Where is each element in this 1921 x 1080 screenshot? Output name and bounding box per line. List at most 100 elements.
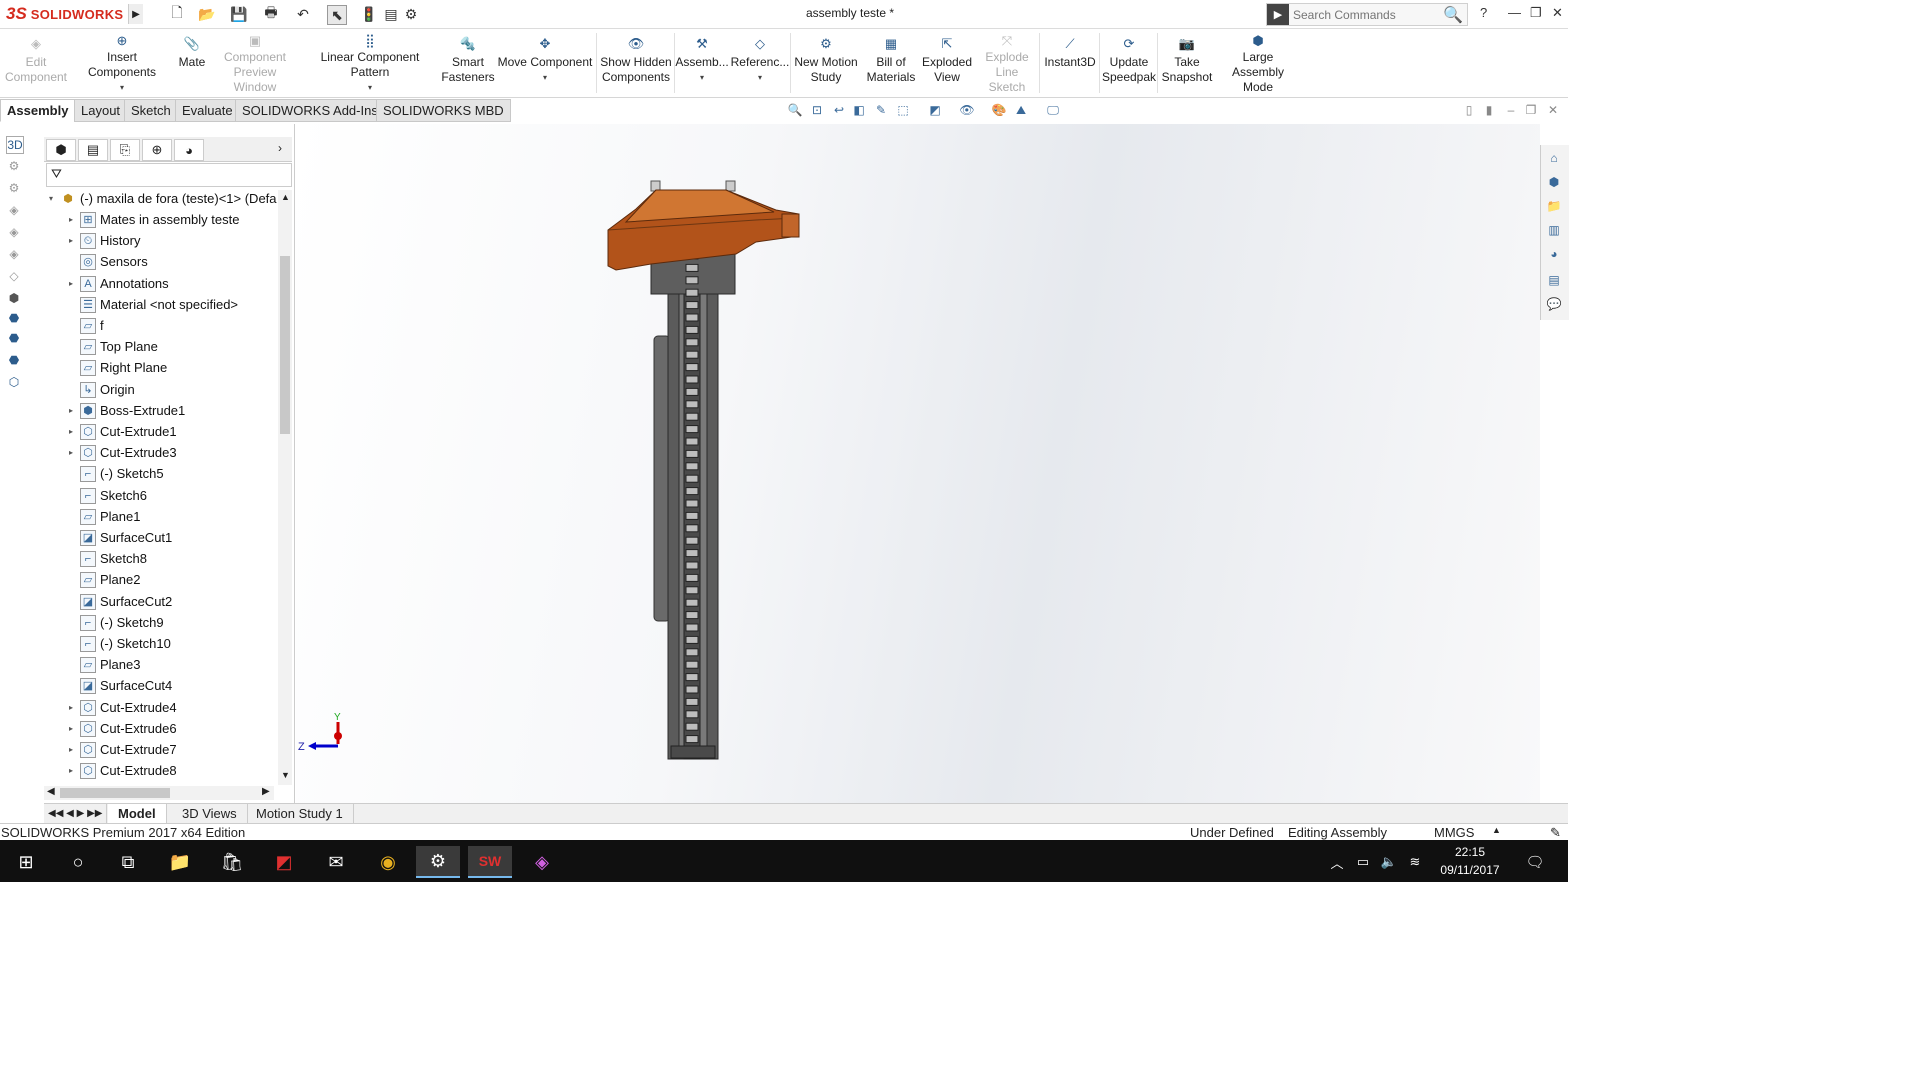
save-icon[interactable]: 💾 <box>230 5 248 23</box>
expand-icon[interactable]: ▸ <box>66 740 76 760</box>
undo-icon[interactable]: ↶ <box>294 5 312 23</box>
notifications-icon[interactable]: 🗨 <box>1520 846 1550 878</box>
battery-icon[interactable]: ▭ <box>1350 846 1376 878</box>
expand-icon[interactable]: ▸ <box>66 401 76 421</box>
tray-chevron-up-icon[interactable]: ︿ <box>1324 846 1350 878</box>
previous-view-icon[interactable]: ↩ <box>830 102 848 118</box>
chevron-down-icon[interactable]: ▾ <box>543 70 547 85</box>
tab-sketch[interactable]: Sketch <box>124 99 178 122</box>
doc-minimize-icon[interactable]: – <box>1502 102 1520 118</box>
file-explorer-icon[interactable]: 📁 <box>1546 198 1562 214</box>
update-speedpak-button[interactable]: ⟳ Update Speedpak <box>1102 33 1156 93</box>
solidworks-logo[interactable]: 3S SOLIDWORKS <box>6 2 126 26</box>
bill-of-materials-button[interactable]: ▦ Bill of Materials <box>864 33 918 93</box>
new-motion-study-button[interactable]: ⚙ New Motion Study <box>792 33 860 93</box>
graphics-area[interactable]: Y Z <box>296 124 1540 804</box>
apply-scene-icon[interactable]: ⛰ <box>1012 102 1030 118</box>
feature-tree-tab-icon[interactable]: ⬢ <box>46 139 76 161</box>
close-icon[interactable]: ✕ <box>1552 5 1563 21</box>
linear-component-pattern-button[interactable]: ⣿ Linear Component Pattern ▾ <box>300 33 440 93</box>
balloon-app-icon[interactable]: ◈ <box>520 846 564 878</box>
minimize-icon[interactable]: — <box>1508 5 1521 20</box>
chevron-down-icon[interactable]: ▾ <box>120 80 124 95</box>
show-hidden-components-button[interactable]: 👁 Show Hidden Components <box>600 33 672 93</box>
design-library-icon[interactable]: ⬢ <box>1546 174 1562 190</box>
expand-icon[interactable]: ▸ <box>66 761 76 781</box>
exploded-view-button[interactable]: ⇱ Exploded View <box>920 33 974 93</box>
zoom-to-fit-icon[interactable]: 🔍 <box>786 102 804 118</box>
scroll-right-icon[interactable]: ▶ <box>262 786 270 797</box>
expand-icon[interactable]: ▸ <box>66 422 76 442</box>
tool-icon[interactable]: ◈ <box>6 224 22 240</box>
expand-icon[interactable]: ▸ <box>66 231 76 251</box>
windows-start-icon[interactable]: ⊞ <box>4 846 48 878</box>
options-gear-icon[interactable]: ⚙ <box>402 5 420 23</box>
tool-icon[interactable]: ⬢ <box>6 290 22 306</box>
file-explorer-icon[interactable]: 📁 <box>158 846 202 878</box>
tool-icon[interactable]: ⬣ <box>6 330 22 346</box>
search-input[interactable] <box>1289 6 1435 23</box>
tool-icon[interactable]: ◇ <box>6 268 22 284</box>
reference-geometry-button[interactable]: ◇ Referenc... ▾ <box>730 33 790 93</box>
dimxpert-tab-icon[interactable]: ⊕ <box>142 139 172 161</box>
tab-model[interactable]: Model <box>108 804 167 823</box>
expand-icon[interactable]: ▸ <box>66 719 76 739</box>
instant3d-button[interactable]: ⟋ Instant3D <box>1042 33 1098 93</box>
tool-icon[interactable]: ⚙ <box>6 158 22 174</box>
assembly-features-button[interactable]: ⚒ Assemb... ▾ <box>675 33 728 93</box>
units-up-icon[interactable]: ▲ <box>1492 825 1501 835</box>
volume-icon[interactable]: 🔈 <box>1376 846 1402 878</box>
display-style-icon[interactable]: ◩ <box>926 102 944 118</box>
chrome-icon[interactable]: ◉ <box>366 846 410 878</box>
taskbar-clock[interactable]: 22:15 09/11/2017 <box>1430 843 1510 879</box>
hide-show-items-icon[interactable]: 👁 <box>958 102 976 118</box>
select-cursor-icon[interactable]: ⬉ <box>327 5 347 25</box>
component-preview-window-button[interactable]: ▣ Component Preview Window <box>212 33 298 94</box>
tree-hscroll-thumb[interactable] <box>60 788 170 798</box>
tool-icon[interactable]: ⬣ <box>6 352 22 368</box>
restore-icon[interactable]: ❐ <box>1530 5 1542 21</box>
configuration-manager-tab-icon[interactable]: ⎘ <box>110 139 140 161</box>
tab-motion-study-1[interactable]: Motion Study 1 <box>246 804 354 823</box>
view-palette-icon[interactable]: ▥ <box>1546 222 1562 238</box>
tab-nav-arrows-icon[interactable]: ◀◀ ◀ ▶ ▶▶ <box>44 804 108 823</box>
tile-left-icon[interactable]: ▯ <box>1460 102 1478 118</box>
tree-filter[interactable]: ⛛ <box>46 163 292 187</box>
search-commands[interactable]: ▶ 🔍 <box>1266 3 1468 26</box>
tool-icon[interactable]: ◈ <box>6 246 22 262</box>
expand-icon[interactable]: ▸ <box>66 443 76 463</box>
steam-icon[interactable]: ⚙ <box>416 846 460 878</box>
menu-expand-arrow-icon[interactable]: ▶ <box>128 4 143 24</box>
forum-icon[interactable]: 💬 <box>1546 296 1562 312</box>
tree-scroll-thumb[interactable] <box>280 256 290 434</box>
dynamic-annotation-icon[interactable]: ✎ <box>872 102 890 118</box>
help-icon[interactable]: ? <box>1480 5 1487 20</box>
property-manager-tab-icon[interactable]: ▤ <box>78 139 108 161</box>
appearances-icon[interactable]: ◕ <box>1546 246 1562 262</box>
store-icon[interactable]: 🛍 <box>210 846 254 878</box>
edit-component-button[interactable]: ◈ Edit Component <box>4 33 68 93</box>
quick-tips-icon[interactable]: ✎ <box>1550 825 1561 841</box>
search-icon[interactable]: 🔍 <box>1443 5 1463 25</box>
scroll-left-icon[interactable]: ◀ <box>47 786 55 797</box>
expand-icon[interactable]: ▸ <box>66 698 76 718</box>
move-component-button[interactable]: ✥ Move Component ▾ <box>496 33 594 93</box>
tab-assembly[interactable]: Assembly <box>0 99 76 122</box>
chevron-right-icon[interactable]: › <box>278 141 282 155</box>
custom-properties-icon[interactable]: ▤ <box>1546 272 1562 288</box>
expand-icon[interactable]: ▸ <box>66 210 76 230</box>
orange-part[interactable] <box>607 180 800 271</box>
scroll-down-icon[interactable]: ▼ <box>281 770 290 780</box>
print-icon[interactable]: 🖶 <box>262 4 280 23</box>
solidworks-taskbar-icon[interactable]: SW <box>468 846 512 878</box>
doc-close-icon[interactable]: ✕ <box>1544 102 1562 118</box>
search-icon[interactable]: ○ <box>56 846 100 878</box>
task-view-icon[interactable]: ⧉ <box>106 846 150 878</box>
large-assembly-mode-button[interactable]: ⬢ Large Assembly Mode <box>1216 33 1300 94</box>
tool-icon[interactable]: ◈ <box>6 202 22 218</box>
tab-solidworks-add-ins[interactable]: SOLIDWORKS Add-Ins <box>235 99 385 122</box>
wifi-icon[interactable]: ≋ <box>1402 846 1428 878</box>
3d-icon[interactable]: 3D <box>6 136 24 154</box>
insert-components-button[interactable]: ⊕ Insert Components ▾ <box>72 33 172 93</box>
pdf-reader-icon[interactable]: ◩ <box>262 846 306 878</box>
